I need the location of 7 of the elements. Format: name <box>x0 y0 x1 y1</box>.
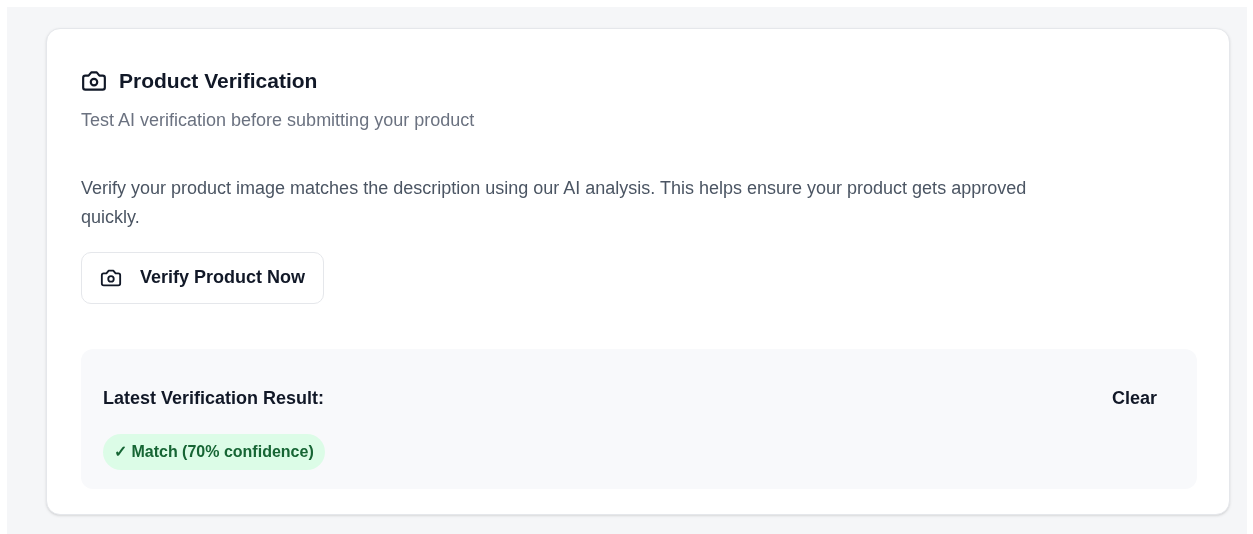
description-text: Verify your product image matches the description using our AI analysis. This helps ensure your product gets approved quickly. <box>81 176 1028 229</box>
clear-button[interactable]: Clear <box>1111 384 1157 412</box>
result-heading: Latest Verification Result: <box>103 386 325 410</box>
match-badge: ✓ Match (70% confidence) <box>103 433 325 470</box>
card-title: Product Verification <box>119 68 318 94</box>
card-subtitle: Test AI verification before submitting your product <box>81 108 476 132</box>
verify-product-button[interactable]: Verify Product Now <box>81 251 325 304</box>
